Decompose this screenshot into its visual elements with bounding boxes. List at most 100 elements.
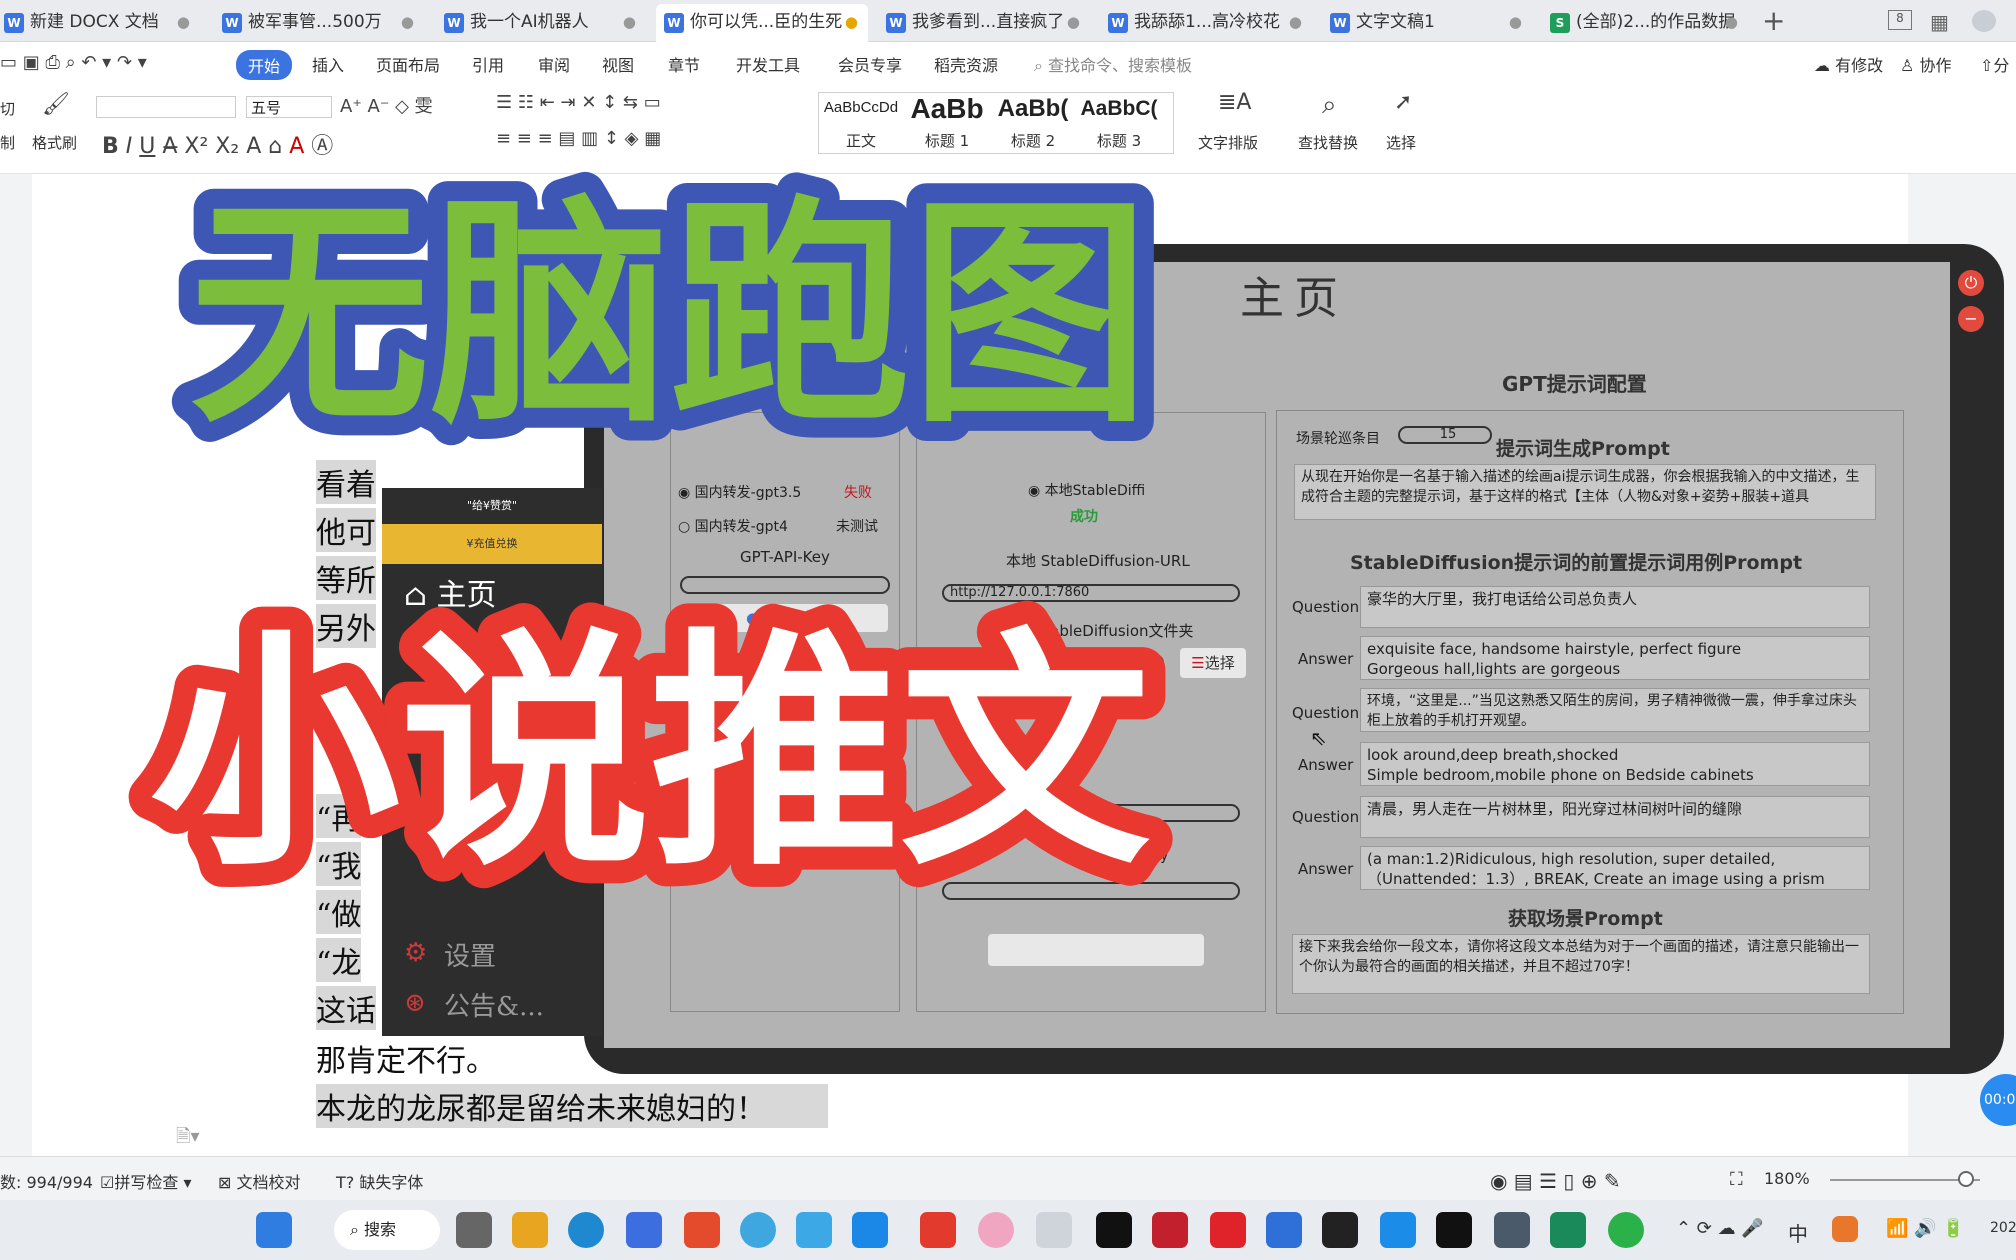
qa-answer-field[interactable]: (a man:1.2)Ridiculous, high resolution, … [1360, 846, 1870, 890]
menu-insert[interactable]: 插入 [312, 52, 344, 76]
search-command[interactable]: ⌕ 查找命令、搜索模板 [1034, 52, 1192, 76]
ime-indicator[interactable]: 中 [1788, 1218, 1808, 1247]
menu-view[interactable]: 视图 [602, 52, 634, 76]
menu-docer[interactable]: 稻壳资源 [934, 52, 998, 76]
prompt-gen-textarea[interactable]: 从现在开始你是一名基于输入描述的绘画ai提示词生成器，你会根据我输入的中文描述，… [1294, 464, 1876, 520]
menu-chapter[interactable]: 章节 [668, 52, 700, 76]
word-count[interactable]: 数: 994/994 [0, 1169, 93, 1193]
tab-doc-8[interactable]: S (全部)2...的作品数据 ● [1542, 4, 1748, 42]
page-doc-icon[interactable]: 🗎▾ [176, 1124, 200, 1154]
font-grow-shrink-icons[interactable]: A⁺ A⁻ ◇ 雯 [340, 92, 433, 118]
notepad-icon[interactable] [1266, 1212, 1302, 1248]
qa-answer-field[interactable]: exquisite face, handsome hairstyle, perf… [1360, 636, 1870, 680]
font-size-select[interactable]: 五号 [246, 96, 332, 118]
app-arrow-icon[interactable] [1380, 1212, 1416, 1248]
radio-icon[interactable]: ◉ [1028, 483, 1040, 499]
app-screen-icon[interactable] [1494, 1212, 1530, 1248]
clock-year[interactable]: 202 [1990, 1220, 2016, 1236]
grid-view-icon[interactable]: ▦ [1930, 10, 1949, 34]
fit-page-icon[interactable]: ⛶ [1730, 1169, 1743, 1190]
qa-question-field[interactable]: 环境，“这里是...”当见这熟悉又陌生的房间，男子精神微微一震，伸手拿过床头柜上… [1360, 688, 1870, 732]
app-fire-icon[interactable] [1152, 1212, 1188, 1248]
select-button[interactable]: 选择 [1386, 132, 1416, 153]
sogou-icon[interactable] [1832, 1216, 1858, 1242]
store-icon[interactable] [626, 1212, 662, 1248]
sd-local-option[interactable]: ◉ 本地StableDiffi [1028, 480, 1145, 500]
terminal-icon[interactable] [1322, 1212, 1358, 1248]
tab-doc-6[interactable]: W 我舔舔1...高冷校花 ● [1100, 4, 1312, 42]
sponsor-banner[interactable]: "给¥赞赏" [382, 488, 602, 524]
anime-avatar-icon[interactable] [978, 1212, 1014, 1248]
app-cube-icon[interactable] [1096, 1212, 1132, 1248]
style-heading-3[interactable]: AaBbC(标题 3 [1077, 93, 1161, 153]
gpt35-option[interactable]: ◉ 国内转发-gpt3.5 [678, 482, 801, 502]
tray-icons[interactable]: ⌃ ⟳ ☁ 🎤 [1676, 1218, 1764, 1239]
radio-icon[interactable]: ○ [678, 519, 690, 535]
app-window-icon[interactable] [1550, 1212, 1586, 1248]
format-brush-button[interactable]: 格式刷 [32, 132, 77, 153]
windows-start-icon[interactable] [256, 1212, 292, 1248]
qa-answer-field[interactable]: look around,deep breath,shocked Simple b… [1360, 742, 1870, 786]
app-mascot-icon[interactable] [1036, 1212, 1072, 1248]
paragraph-align-icons[interactable]: ≡ ≡ ≡ ▤ ▥ ↕ ◈ ▦ [496, 128, 661, 149]
view-mode-icons[interactable]: ◉ ▤ ☰ ▯ ⊕ ✎ [1490, 1169, 1621, 1193]
tab-doc-4-active[interactable]: W 你可以凭...臣的生死 ● [656, 4, 868, 42]
youdao-icon[interactable] [1210, 1212, 1246, 1248]
app-diamond-icon[interactable] [684, 1212, 720, 1248]
sd-test-button[interactable] [988, 934, 1204, 966]
new-tab-plus-icon[interactable]: + [1762, 4, 1785, 37]
close-icon[interactable]: ● [1067, 4, 1080, 40]
text-style-buttons[interactable]: B I U A̶ X² X₂ A ⌂ A Ⓐ [102, 128, 333, 160]
network-volume-icons[interactable]: 📶 🔊 🔋 [1886, 1218, 1965, 1239]
font-family-select[interactable] [96, 96, 236, 118]
taskbar-search[interactable]: ⌕ 搜索 [334, 1210, 440, 1250]
minimize-icon[interactable]: − [1958, 306, 1984, 332]
tab-doc-1[interactable]: W 新建 DOCX 文档 ● [0, 4, 200, 42]
window-count-icon[interactable]: 8 [1888, 10, 1912, 30]
menu-member[interactable]: 会员专享 [838, 52, 902, 76]
modified-button[interactable]: ☁ 有修改 [1814, 52, 1883, 76]
power-icon[interactable]: ⏻ [1958, 270, 1984, 296]
menu-start[interactable]: 开始 [236, 50, 293, 80]
close-icon[interactable]: ● [177, 4, 190, 40]
tab-doc-5[interactable]: W 我爹看到...直接疯了 ● [878, 4, 1090, 42]
tab-doc-3[interactable]: W 我一个AI机器人 ● [436, 4, 646, 42]
zoom-slider-thumb[interactable] [1958, 1171, 1974, 1187]
close-icon[interactable]: ● [1509, 4, 1522, 40]
wechat-icon[interactable] [1608, 1212, 1644, 1248]
app-check-icon[interactable] [852, 1212, 888, 1248]
edge-browser-icon[interactable] [568, 1212, 604, 1248]
menu-reference[interactable]: 引用 [472, 52, 504, 76]
find-replace-button[interactable]: 查找替换 [1298, 132, 1358, 153]
tab-doc-2[interactable]: W 被军事管...500万 ● [214, 4, 424, 42]
menu-page-layout[interactable]: 页面布局 [376, 52, 440, 76]
copy-button[interactable]: 制 [0, 132, 15, 153]
spell-check[interactable]: ☑拼写检查 ▾ [100, 1169, 191, 1193]
recharge-banner[interactable]: ¥充值兑换 [382, 524, 602, 564]
close-icon[interactable]: ● [623, 4, 636, 40]
missing-font[interactable]: T? 缺失字体 [336, 1169, 423, 1193]
paragraph-list-icons[interactable]: ☰ ☷ ⇤ ⇥ ✕ ↕ ⇆ ▭ [496, 92, 661, 113]
doc-proof[interactable]: ⊠ 文档校对 [218, 1169, 301, 1193]
style-heading-1[interactable]: AaBb 标题 1 [905, 93, 989, 153]
capcut-icon[interactable] [1436, 1212, 1472, 1248]
collab-button[interactable]: ♙ 协作 [1900, 52, 1951, 76]
scene-prompt-textarea[interactable]: 接下来我会给你一段文本，请你将这段文本总结为对于一个画面的描述，请注意只能输出一… [1292, 934, 1870, 994]
style-normal[interactable]: AaBbCcDd 正文 [819, 93, 903, 153]
file-explorer-icon[interactable] [512, 1212, 548, 1248]
scene-count-input[interactable]: 15 [1398, 426, 1492, 444]
qa-question-field[interactable]: 豪华的大厅里，我打电话给公司总负责人 [1360, 586, 1870, 628]
zoom-level[interactable]: 180% [1764, 1169, 1810, 1188]
task-view-icon[interactable] [456, 1212, 492, 1248]
cut-button[interactable]: 切 [0, 98, 15, 119]
close-icon[interactable]: ● [1725, 4, 1738, 40]
menu-dev-tools[interactable]: 开发工具 [736, 52, 800, 76]
share-button[interactable]: ⇧分 [1980, 52, 2009, 76]
style-heading-2[interactable]: AaBb(标题 2 [991, 93, 1075, 153]
wps-icon[interactable] [920, 1212, 956, 1248]
sidebar-item-notice[interactable]: 公告&... [444, 986, 544, 1023]
file-menu-icons[interactable]: ▭ ▣ ⎙ ⌕ ↶ ▾ ↷ ▾ [0, 52, 147, 73]
tab-doc-7[interactable]: W 文字文稿1 ● [1322, 4, 1532, 42]
close-icon[interactable]: ● [401, 4, 414, 40]
avatar[interactable] [1972, 10, 1996, 32]
